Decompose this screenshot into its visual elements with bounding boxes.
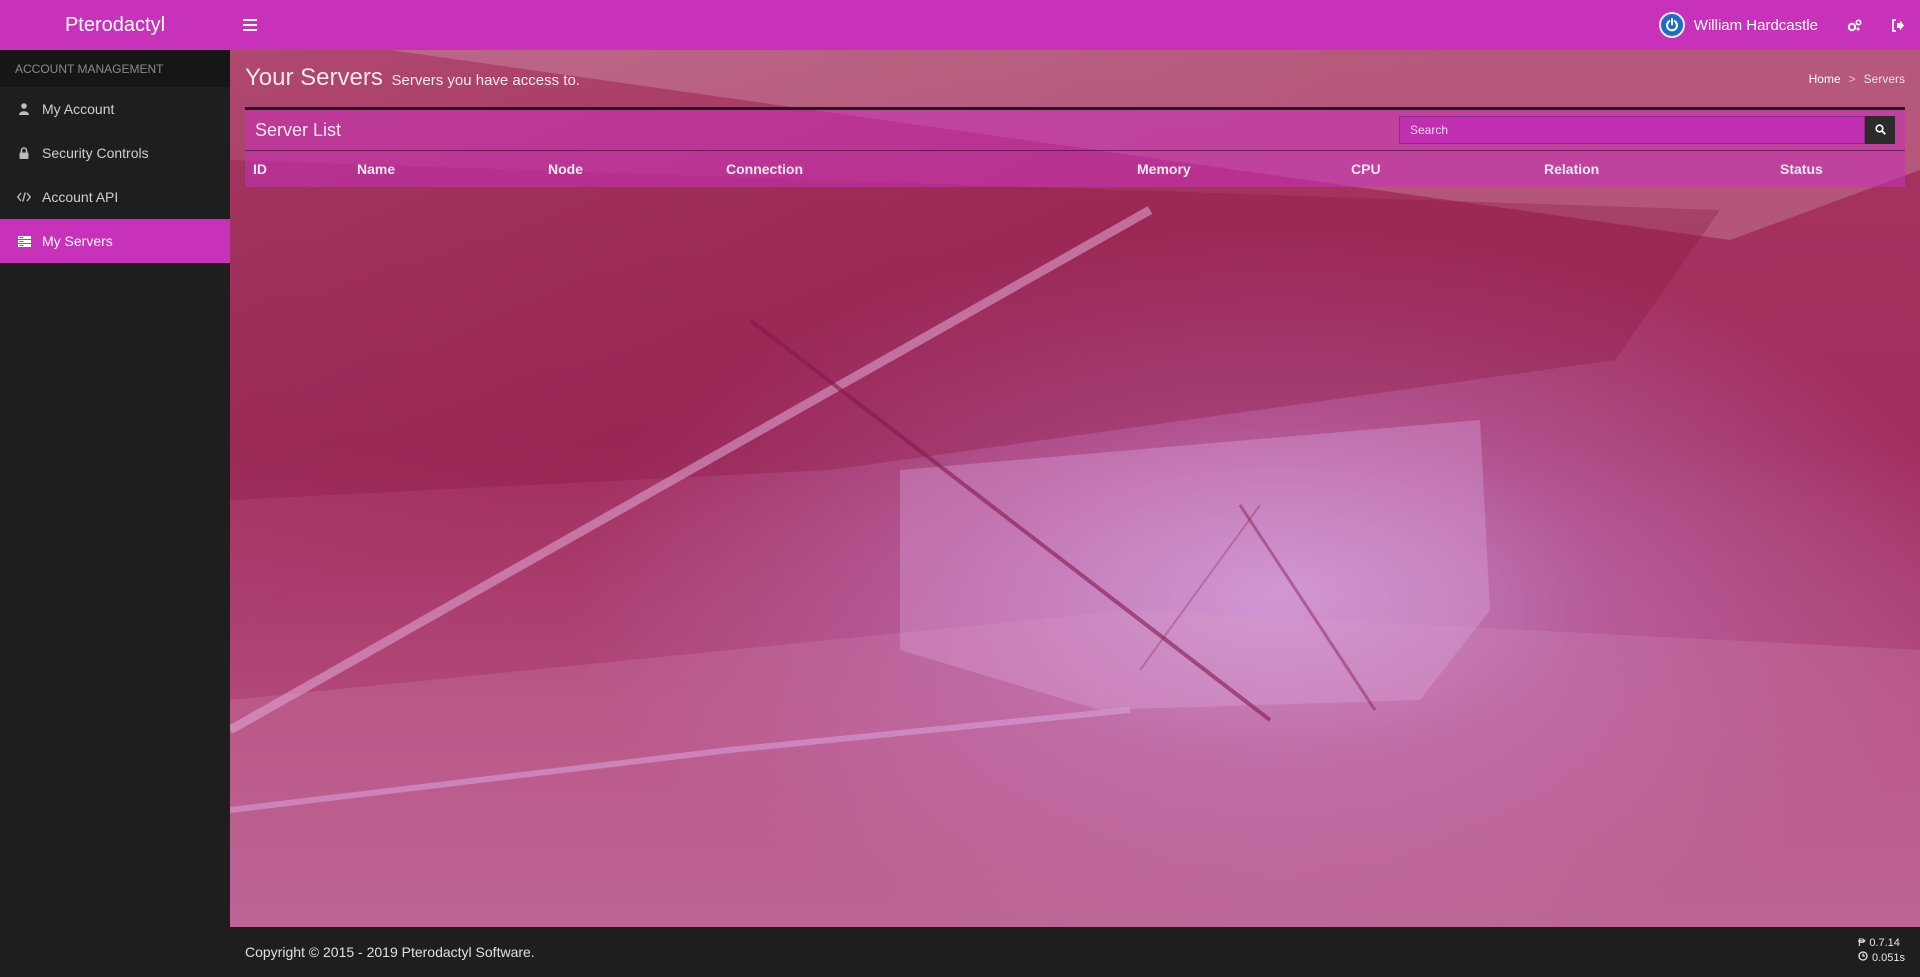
search-button[interactable] xyxy=(1865,116,1895,144)
clock-icon xyxy=(1858,951,1868,966)
column-header-status: Status xyxy=(1780,161,1823,177)
column-header-id: ID xyxy=(253,161,267,177)
sidebar-item-label: My Account xyxy=(42,101,115,117)
sidebar-item-label: Account API xyxy=(42,189,119,205)
render-time: 0.051s xyxy=(1871,952,1905,964)
server-icon xyxy=(15,235,33,247)
sidebar-item-security-controls[interactable]: Security Controls xyxy=(0,131,230,175)
search-icon xyxy=(1874,123,1886,138)
page-subtitle: Servers you have access to. xyxy=(391,72,580,89)
sidebar-item-label: My Servers xyxy=(42,233,113,249)
lock-icon xyxy=(15,147,33,159)
breadcrumb-home[interactable]: Home xyxy=(1809,72,1841,86)
column-header-name: Name xyxy=(357,161,396,177)
code-icon xyxy=(15,192,33,202)
server-list-box: Server List ID Name Node Connection Memo… xyxy=(245,107,1905,187)
sidebar-item-my-account[interactable]: My Account xyxy=(0,87,230,131)
copyright-text: Copyright © 2015 - 2019 Pterodactyl Soft… xyxy=(245,944,535,960)
power-icon xyxy=(1658,12,1685,38)
server-list-header: Server List xyxy=(245,110,1905,151)
search-form xyxy=(1399,116,1895,144)
column-header-cpu: CPU xyxy=(1351,161,1381,177)
cogs-icon[interactable] xyxy=(1832,0,1876,50)
sidebar-item-label: Security Controls xyxy=(42,145,149,161)
column-header-memory: Memory xyxy=(1137,161,1191,177)
version-info: ₱ 0.7.14 0.051s xyxy=(1858,936,1905,966)
sign-out-icon[interactable] xyxy=(1876,0,1920,50)
hamburger-icon[interactable] xyxy=(230,0,270,50)
column-header-connection: Connection xyxy=(726,161,803,177)
page-header: Your Servers Servers you have access to.… xyxy=(245,60,1905,100)
page-title: Your Servers Servers you have access to. xyxy=(245,64,580,92)
page-title-text: Your Servers xyxy=(245,64,383,91)
user-name: William Hardcastle xyxy=(1693,16,1818,34)
search-input[interactable] xyxy=(1399,116,1865,144)
top-navbar: Pterodactyl William Hardcastle xyxy=(0,0,1920,50)
footer: Copyright © 2015 - 2019 Pterodactyl Soft… xyxy=(230,927,1920,977)
brand-logo[interactable]: Pterodactyl xyxy=(0,0,230,50)
user-icon xyxy=(15,103,33,115)
breadcrumb: Home > Servers xyxy=(1809,72,1905,86)
server-table: ID Name Node Connection Memory CPU Relat… xyxy=(245,151,1905,187)
server-list-title: Server List xyxy=(255,119,342,140)
column-header-node: Node xyxy=(548,161,583,177)
version-number: 0.7.14 xyxy=(1869,937,1900,949)
user-menu[interactable]: William Hardcastle xyxy=(1645,0,1832,50)
content-wrapper: Your Servers Servers you have access to.… xyxy=(230,50,1920,927)
breadcrumb-current: Servers xyxy=(1863,72,1905,86)
column-header-relation: Relation xyxy=(1544,161,1600,177)
breadcrumb-separator: > xyxy=(1848,72,1856,86)
sidebar-item-account-api[interactable]: Account API xyxy=(0,175,230,219)
sidebar: Account Management My Account Security C… xyxy=(0,50,230,977)
sidebar-header: Account Management xyxy=(0,50,230,87)
sidebar-item-my-servers[interactable]: My Servers xyxy=(0,219,230,263)
table-header-row: ID Name Node Connection Memory CPU Relat… xyxy=(245,151,1905,187)
pterodactyl-icon: ₱ xyxy=(1857,937,1866,949)
